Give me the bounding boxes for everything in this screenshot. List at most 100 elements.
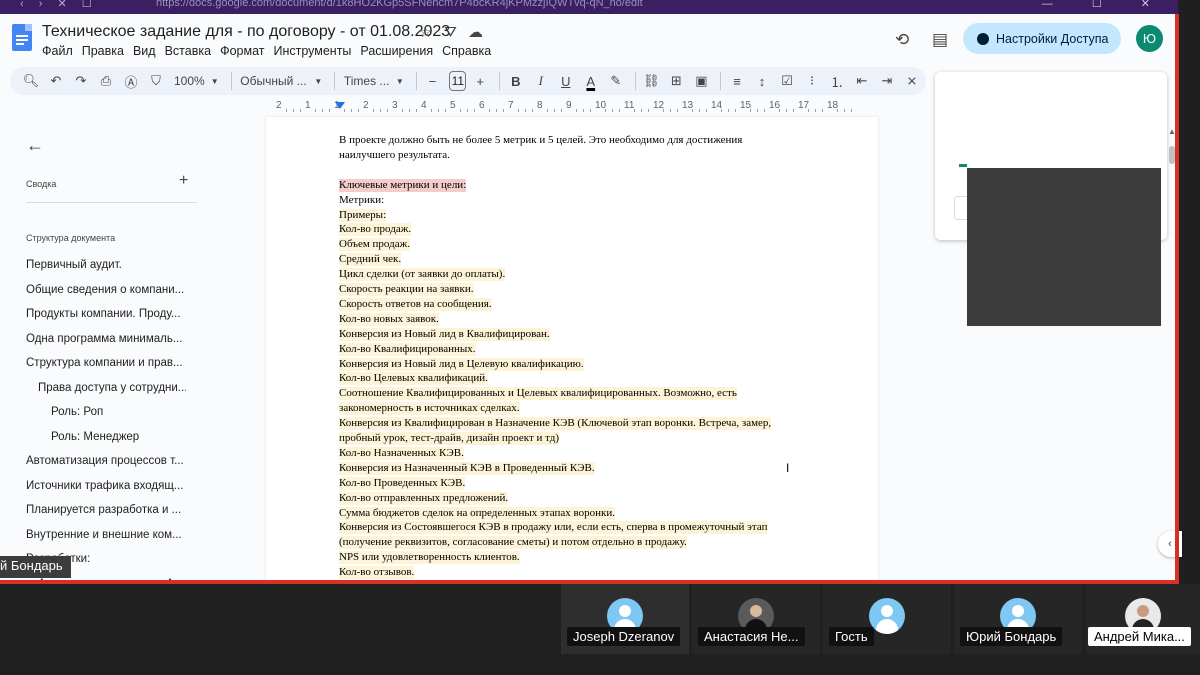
highlight-color-icon[interactable]: ✎ bbox=[605, 70, 627, 92]
share-button[interactable]: Настройки Доступа bbox=[963, 23, 1121, 54]
star-icon[interactable]: ☆ bbox=[413, 23, 438, 41]
menu-extensions[interactable]: Расширения bbox=[360, 44, 433, 58]
document-text-line[interactable]: Сумма бюджетов сделок на определенных эт… bbox=[339, 506, 615, 520]
zoom-select[interactable]: 100% ▼ bbox=[170, 70, 223, 92]
participant-tile[interactable]: Андрей Мика... bbox=[1086, 584, 1200, 654]
style-select[interactable]: Обычный ... ▼ bbox=[236, 70, 326, 92]
docs-logo-icon[interactable] bbox=[12, 24, 32, 51]
document-text-line[interactable]: Кол-во новых заявок. bbox=[339, 312, 439, 326]
document-text-line[interactable]: Кол-во Назначенных КЭВ. bbox=[339, 446, 464, 460]
cloud-status-icon[interactable]: ☁ bbox=[463, 23, 488, 41]
outline-item[interactable]: Источники трафика входящ... bbox=[26, 480, 196, 492]
document-text-line[interactable]: Кол-во отправленных предложений. bbox=[339, 491, 509, 505]
font-size-input[interactable]: 11 bbox=[449, 71, 467, 91]
outline-item[interactable]: Продукты компании. Проду... bbox=[26, 308, 196, 320]
document-text-line[interactable]: Примеры: bbox=[339, 208, 387, 222]
document-text-line[interactable]: пробный урок, тест-драйв, дизайн проект … bbox=[339, 432, 560, 445]
outline-item[interactable]: Структура компании и прав... bbox=[26, 357, 196, 369]
bulleted-list-icon[interactable]: ⁝ bbox=[801, 70, 823, 92]
address-bar[interactable]: https://docs.google.com/document/d/1k8HO… bbox=[156, 0, 643, 9]
bold-button[interactable]: B bbox=[505, 70, 527, 92]
document-text-line[interactable]: Кол-во Проведенных КЭВ. bbox=[339, 476, 466, 490]
line-spacing-icon[interactable]: ↕ bbox=[751, 70, 773, 92]
italic-button[interactable]: I bbox=[530, 70, 552, 92]
decrease-indent-icon[interactable]: ⇤ bbox=[851, 70, 873, 92]
participant-tile[interactable]: Анастасия Не... bbox=[692, 584, 820, 654]
document-text-line[interactable]: Объем продаж. bbox=[339, 238, 410, 252]
decrease-font-size-icon[interactable]: − bbox=[421, 70, 443, 92]
document-text-line[interactable]: Кол-во продаж. bbox=[339, 223, 412, 237]
underline-button[interactable]: U bbox=[555, 70, 577, 92]
outline-item[interactable]: Первичный аудит. bbox=[26, 259, 196, 271]
document-title[interactable]: Техническое задание для - по договору - … bbox=[42, 23, 450, 41]
document-text-line[interactable]: Конверсия из Новый лид в Квалифицирован. bbox=[339, 327, 550, 341]
document-text-line[interactable]: В проекте должно быть не более 5 метрик … bbox=[339, 134, 742, 147]
document-text-line[interactable]: Скорость реакции на заявки. bbox=[339, 283, 474, 296]
font-select[interactable]: Times ... ▼ bbox=[340, 70, 408, 92]
increase-font-size-icon[interactable]: + bbox=[469, 70, 491, 92]
insert-image-icon[interactable]: ▣ bbox=[690, 70, 712, 92]
browser-window-controls[interactable]: — ☐ ✕ bbox=[1042, 0, 1168, 10]
document-text-line[interactable]: Кол-во Целевых квалификаций. bbox=[339, 372, 488, 386]
document-text-line[interactable]: Цикл сделки (от заявки до оплаты). bbox=[339, 268, 506, 282]
print-icon[interactable]: ⎙ bbox=[95, 70, 117, 92]
outline-item[interactable]: Общие сведения о компани... bbox=[26, 284, 196, 296]
outline-item[interactable]: Автоматизация процессов т... bbox=[26, 455, 196, 467]
redo-icon[interactable]: ↷ bbox=[70, 70, 92, 92]
outline-item[interactable]: Планируется разработка и ... bbox=[26, 504, 196, 516]
version-history-icon[interactable]: ⟲ bbox=[895, 30, 909, 50]
add-summary-button[interactable]: + bbox=[179, 172, 188, 190]
outline-item[interactable]: Внутренние и внешние ком... bbox=[26, 529, 196, 541]
outline-item[interactable]: Одна программа минималь... bbox=[26, 333, 196, 345]
browser-controls[interactable]: ‹ › ✕ ☐ bbox=[0, 0, 98, 10]
search-menus-icon[interactable]: 🔍︎ bbox=[20, 70, 42, 92]
document-text-line[interactable]: Метрики: bbox=[339, 194, 384, 207]
clear-formatting-icon[interactable]: ⨯ bbox=[901, 70, 923, 92]
document-text-line[interactable]: закономерность в источниках сделках. bbox=[339, 402, 520, 416]
outline-item[interactable]: Права доступа у сотрудни... bbox=[38, 382, 186, 394]
document-text-line[interactable]: Кол-во Квалифицированных. bbox=[339, 342, 476, 356]
menu-help[interactable]: Справка bbox=[442, 44, 491, 58]
document-text-line[interactable]: Конверсия из Квалифицирован в Назначение… bbox=[339, 417, 772, 431]
account-avatar[interactable]: Ю bbox=[1136, 25, 1163, 52]
document-text-line[interactable]: Ключевые метрики и цели: bbox=[339, 178, 467, 192]
document-text-line[interactable]: Конверсия из Назначенный КЭВ в Проведенн… bbox=[339, 461, 595, 475]
outline-item[interactable]: Роль: Менеджер bbox=[51, 431, 221, 443]
participant-tile[interactable]: Гость bbox=[823, 584, 951, 654]
document-text-line[interactable]: NPS или удовлетворенность клиентов. bbox=[339, 551, 520, 565]
checklist-icon[interactable]: ☑ bbox=[776, 70, 798, 92]
outline-item[interactable]: Роль: Роп bbox=[51, 406, 221, 418]
document-text-line[interactable]: Конверсия из Новый лид в Целевую квалифи… bbox=[339, 357, 584, 371]
document-text-line[interactable]: Конверсия из Состоявшегося КЭВ в продажу… bbox=[339, 521, 768, 535]
indent-marker-icon[interactable] bbox=[335, 102, 345, 109]
comment-input[interactable] bbox=[954, 196, 968, 220]
document-text-line[interactable]: Средний чек. bbox=[339, 253, 402, 267]
menu-file[interactable]: Файл bbox=[42, 44, 73, 58]
document-page[interactable]: В проекте должно быть не более 5 метрик … bbox=[266, 117, 878, 582]
menu-edit[interactable]: Правка bbox=[82, 44, 124, 58]
back-arrow-icon[interactable]: ← bbox=[26, 135, 44, 156]
menu-format[interactable]: Формат bbox=[220, 44, 264, 58]
menu-insert[interactable]: Вставка bbox=[165, 44, 211, 58]
align-left-icon[interactable]: ≡ bbox=[726, 70, 748, 92]
document-text-line[interactable]: Соотношение Квалифицированных и Целевых … bbox=[339, 387, 737, 401]
paint-format-icon[interactable]: ⛉ bbox=[145, 70, 167, 92]
document-text-line[interactable]: наилучшего результата. bbox=[339, 149, 450, 162]
numbered-list-icon[interactable]: ⒈ bbox=[826, 70, 848, 92]
text-color-button[interactable]: A bbox=[580, 70, 602, 92]
spellcheck-icon[interactable]: Ⓐ bbox=[120, 70, 142, 92]
document-text-line[interactable]: (получение реквизитов, согласование смет… bbox=[339, 536, 687, 550]
move-to-folder-icon[interactable]: ⛛ bbox=[438, 24, 463, 41]
document-text-line[interactable]: Кол-во отзывов. bbox=[339, 566, 415, 580]
increase-indent-icon[interactable]: ⇥ bbox=[876, 70, 898, 92]
menu-view[interactable]: Вид bbox=[133, 44, 156, 58]
menu-tools[interactable]: Инструменты bbox=[273, 44, 351, 58]
comments-icon[interactable]: ▤ bbox=[932, 30, 948, 50]
insert-link-icon[interactable]: ⛓ bbox=[640, 70, 662, 92]
add-comment-icon[interactable]: ⊞ bbox=[665, 70, 687, 92]
document-text-line[interactable]: Скорость ответов на сообщения. bbox=[339, 297, 492, 311]
participant-tile[interactable]: Joseph Dzeranov bbox=[561, 584, 689, 654]
horizontal-ruler[interactable]: 2 1 1 2 3 4 5 6 7 8 9 10 11 12 13 14 15 16 17 18 bbox=[266, 99, 878, 113]
participant-tile[interactable]: Юрий Бондарь bbox=[954, 584, 1082, 654]
undo-icon[interactable]: ↶ bbox=[45, 70, 67, 92]
